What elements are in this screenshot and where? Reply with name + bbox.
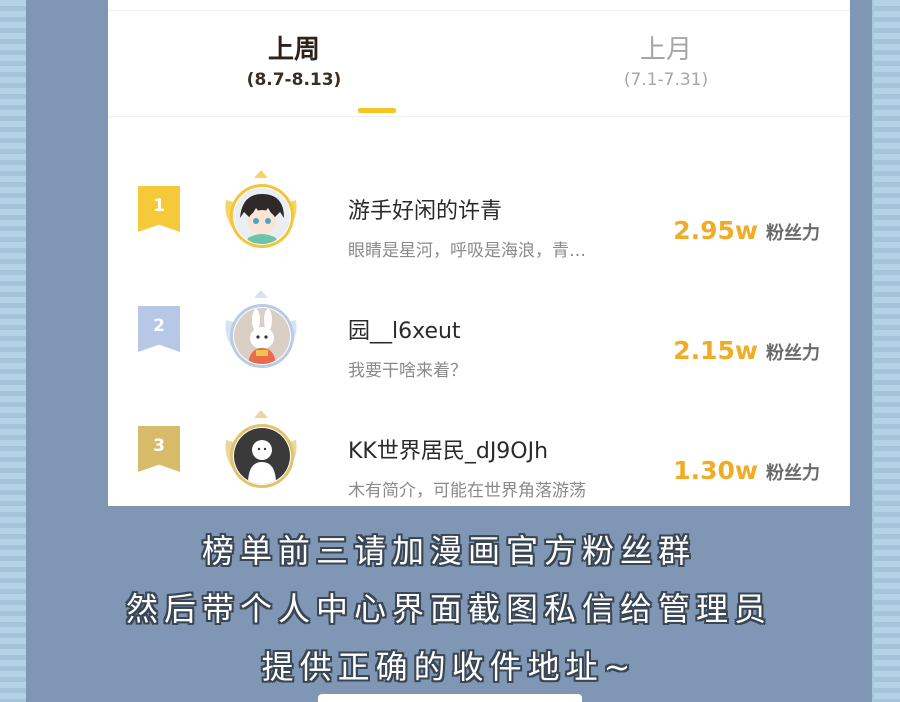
avatar[interactable] <box>218 410 304 496</box>
username[interactable]: KK世界居民_dJ9OJh <box>348 438 548 466</box>
fan-power-value: 2.15w <box>673 336 758 365</box>
user-bio: 眼睛是星河，呼吸是海浪，青… <box>348 241 586 261</box>
avatar[interactable] <box>218 290 304 376</box>
fan-power: 1.30w 粉丝力 <box>673 456 820 485</box>
leaderboard-card: 上周 (8.7-8.13) 上月 (7.1-7.31) 1 游手好闲的许青 眼睛… <box>108 0 850 506</box>
period-tabs: 上周 (8.7-8.13) 上月 (7.1-7.31) <box>108 20 850 117</box>
tab-date-range: (7.1-7.31) <box>623 70 709 90</box>
tab-label: 上月 <box>639 35 692 65</box>
fan-power-value: 1.30w <box>673 456 758 485</box>
username[interactable]: 园__l6xeut <box>348 318 461 346</box>
fan-power-label: 粉丝力 <box>766 343 820 364</box>
announcement-text: 榜单前三请加漫画官方粉丝群 然后带个人中心界面截图私信给管理员 提供正确的收件地… <box>26 522 872 696</box>
fan-power-label: 粉丝力 <box>766 463 820 484</box>
username[interactable]: 游手好闲的许青 <box>348 198 502 226</box>
bottom-panel-edge <box>318 694 582 702</box>
fan-power-value: 2.95w <box>673 216 758 245</box>
divider <box>108 10 850 11</box>
fan-power: 2.15w 粉丝力 <box>673 336 820 365</box>
tab-last-month[interactable]: 上月 (7.1-7.31) <box>566 34 766 92</box>
fan-power: 2.95w 粉丝力 <box>673 216 820 245</box>
active-tab-indicator <box>358 108 396 113</box>
announcement-line: 榜单前三请加漫画官方粉丝群 <box>201 532 696 570</box>
tab-label: 上周 <box>267 35 320 65</box>
user-bio: 我要干啥来着？ <box>348 361 467 381</box>
avatar[interactable] <box>218 170 304 256</box>
tab-date-range: (8.7-8.13) <box>246 70 342 90</box>
announcement-line: 提供正确的收件地址~ <box>261 648 637 686</box>
rank-badge: 3 <box>138 426 180 472</box>
left-border-decoration <box>0 0 26 702</box>
rank-badge: 2 <box>138 306 180 352</box>
tab-last-week[interactable]: 上周 (8.7-8.13) <box>194 34 394 92</box>
ranking-row[interactable]: 2 园__l6xeut 我要干啥来着？ 2.15w 粉丝力 <box>108 268 850 388</box>
ranking-row[interactable]: 1 游手好闲的许青 眼睛是星河，呼吸是海浪，青… 2.95w 粉丝力 <box>108 148 850 268</box>
fan-power-label: 粉丝力 <box>766 223 820 244</box>
right-border-decoration <box>874 0 900 702</box>
ghost-avatar-icon <box>234 428 290 484</box>
ranking-row[interactable]: 3 KK世界居民_dJ9OJh 木有简介，可能在世界角落游荡 1.30w 粉丝力 <box>108 388 850 508</box>
anime-boy-avatar-icon <box>234 188 290 244</box>
bunny-avatar-icon <box>234 308 290 364</box>
user-bio: 木有简介，可能在世界角落游荡 <box>348 481 586 501</box>
announcement-line: 然后带个人中心界面截图私信给管理员 <box>125 590 772 628</box>
rank-badge: 1 <box>138 186 180 232</box>
